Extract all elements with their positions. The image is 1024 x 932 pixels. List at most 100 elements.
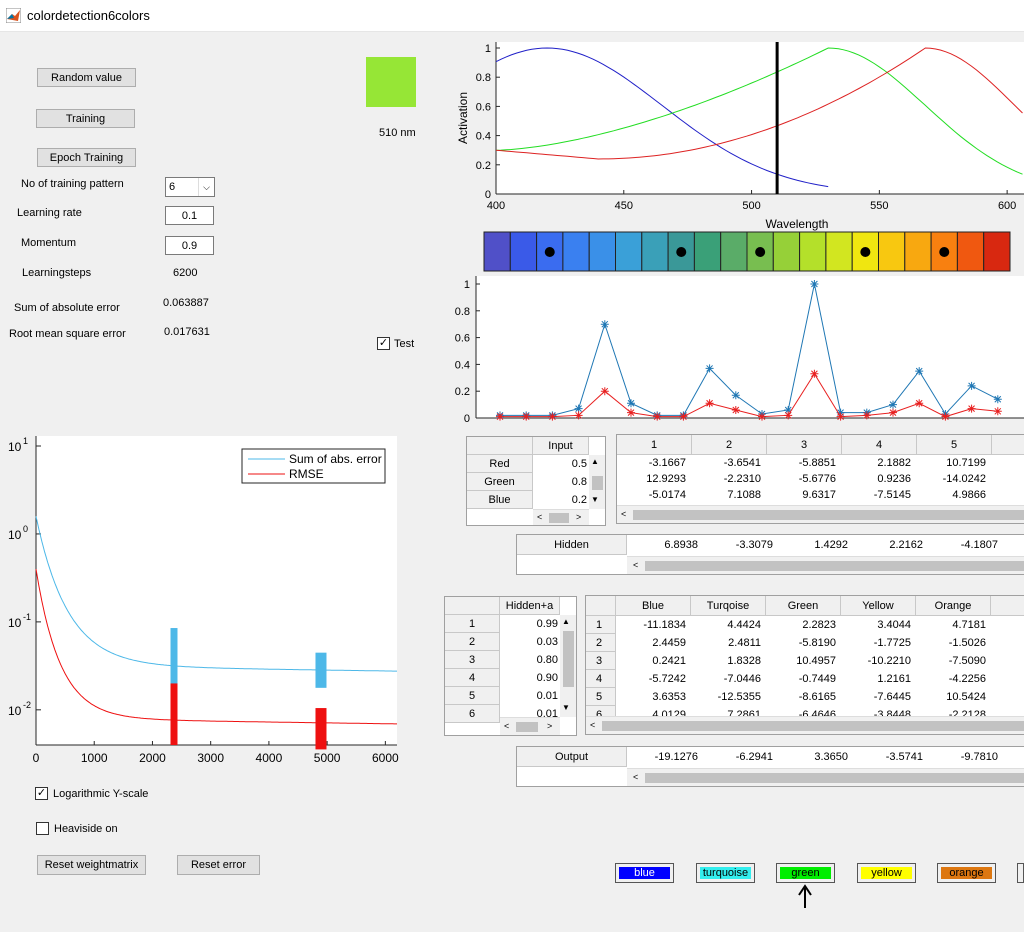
momentum-input[interactable]: 0.9 xyxy=(165,236,214,255)
scroll-thumb[interactable] xyxy=(516,722,538,732)
w2-cell[interactable]: -1.5026 xyxy=(916,637,986,649)
hidden-value[interactable]: 2.2162 xyxy=(852,539,923,551)
scroll-thumb[interactable] xyxy=(602,721,1024,731)
scroll-thumb[interactable] xyxy=(645,773,1024,783)
scroll-left-icon[interactable]: < xyxy=(633,772,638,782)
w1-cell[interactable]: -5.8851 xyxy=(767,457,836,469)
w2-cell[interactable]: -7.5090 xyxy=(916,655,986,667)
w2-cell[interactable]: 4.7181 xyxy=(916,619,986,631)
output-value[interactable]: -3.5741 xyxy=(852,751,923,763)
scroll-left-icon[interactable]: < xyxy=(537,512,542,522)
scroll-thumb[interactable] xyxy=(645,561,1024,571)
hidden-act-cell[interactable]: 0.01 xyxy=(502,690,558,702)
input-cell[interactable]: 0.2 xyxy=(535,494,587,506)
hidden-act-vscroll[interactable]: ▲ ▼ xyxy=(560,615,576,717)
w2-cell[interactable]: -5.8190 xyxy=(766,637,836,649)
w1-cell[interactable]: 9.6317 xyxy=(767,489,836,501)
hidden-act-cell[interactable]: 0.90 xyxy=(502,672,558,684)
color-button-blue[interactable]: blue xyxy=(615,863,674,883)
scroll-right-icon[interactable]: > xyxy=(576,512,581,522)
scroll-right-icon[interactable]: > xyxy=(547,721,552,731)
scroll-down-icon[interactable]: ▼ xyxy=(591,495,599,504)
scroll-left-icon[interactable]: < xyxy=(621,509,626,519)
input-hscroll[interactable]: < > xyxy=(533,509,589,525)
w1-cell[interactable]: -2.2310 xyxy=(692,473,761,485)
heaviside-checkbox[interactable] xyxy=(36,822,49,835)
w2-cell[interactable]: -7.0446 xyxy=(691,673,761,685)
w2-cell[interactable]: 10.5424 xyxy=(916,691,986,703)
w2-cell[interactable]: -12.5355 xyxy=(691,691,761,703)
w2-cell[interactable]: 2.2823 xyxy=(766,619,836,631)
w2-cell[interactable]: -4.2256 xyxy=(916,673,986,685)
output-value[interactable]: -9.7810 xyxy=(927,751,998,763)
w2-cell[interactable]: 4.4424 xyxy=(691,619,761,631)
hidden-value[interactable]: 1.4292 xyxy=(777,539,848,551)
scroll-thumb[interactable] xyxy=(563,631,574,687)
hidden-act-hscroll[interactable]: < > xyxy=(500,717,560,735)
hidden-hscroll[interactable]: < xyxy=(627,556,1024,574)
w1-cell[interactable]: 10.7199 xyxy=(917,457,986,469)
log-yscale-checkbox[interactable]: ✓ xyxy=(35,787,48,800)
scroll-down-icon[interactable]: ▼ xyxy=(562,703,570,712)
hidden-value[interactable]: -3.3079 xyxy=(702,539,773,551)
w2-cell[interactable]: 1.2161 xyxy=(841,673,911,685)
training-button[interactable]: Training xyxy=(36,109,135,128)
input-table[interactable]: Input Red 0.5 Green 0.8 Blue 0.2 ▲ ▼ < > xyxy=(466,436,606,526)
hidden-value[interactable]: -4.1807 xyxy=(927,539,998,551)
w1-cell[interactable]: -14.0242 xyxy=(917,473,986,485)
w1-cell[interactable]: 2.1882 xyxy=(842,457,911,469)
output-value[interactable]: 3.3650 xyxy=(777,751,848,763)
training-pattern-dropdown[interactable]: 6 ⌵ xyxy=(165,177,215,197)
output-hscroll[interactable]: < xyxy=(627,768,1024,786)
w1-cell[interactable]: -5.6776 xyxy=(767,473,836,485)
w1-hscroll[interactable]: < xyxy=(617,505,1024,523)
scroll-left-icon[interactable]: < xyxy=(504,721,509,731)
input-cell[interactable]: 0.8 xyxy=(535,476,587,488)
w2-cell[interactable]: -10.2210 xyxy=(841,655,911,667)
scroll-thumb[interactable] xyxy=(592,476,603,490)
scroll-thumb[interactable] xyxy=(633,510,1024,520)
scroll-left-icon[interactable]: < xyxy=(633,560,638,570)
input-cell[interactable]: 0.5 xyxy=(535,458,587,470)
input-vscroll[interactable]: ▲ ▼ xyxy=(589,455,605,509)
random-value-button[interactable]: Random value xyxy=(37,68,136,87)
learning-rate-input[interactable]: 0.1 xyxy=(165,206,214,225)
w2-cell[interactable]: 1.8328 xyxy=(691,655,761,667)
w1-cell[interactable]: -7.5145 xyxy=(842,489,911,501)
epoch-training-button[interactable]: Epoch Training xyxy=(37,148,136,167)
weights-input-hidden-table[interactable]: 12345 -3.1667 -3.6541 -5.8851 2.1882 10.7199… xyxy=(616,434,1024,524)
w1-cell[interactable]: 7.1088 xyxy=(692,489,761,501)
w2-hscroll[interactable]: < xyxy=(586,716,1024,734)
color-button-orange[interactable]: orange xyxy=(937,863,996,883)
w2-cell[interactable]: 2.4459 xyxy=(616,637,686,649)
w1-cell[interactable]: 4.9866 xyxy=(917,489,986,501)
w2-cell[interactable]: 10.4957 xyxy=(766,655,836,667)
output-row-table[interactable]: Output -19.1276 -6.2941 3.3650 -3.5741 -9.78… xyxy=(516,746,1024,787)
w1-cell[interactable]: 0.9236 xyxy=(842,473,911,485)
scroll-up-icon[interactable]: ▲ xyxy=(562,617,570,626)
w2-cell[interactable]: 2.4811 xyxy=(691,637,761,649)
scroll-left-icon[interactable]: < xyxy=(590,720,595,730)
color-button-red[interactable] xyxy=(1017,863,1024,883)
w1-cell[interactable]: 12.9293 xyxy=(617,473,686,485)
w2-cell[interactable]: 3.4044 xyxy=(841,619,911,631)
color-button-yellow[interactable]: yellow xyxy=(857,863,916,883)
hidden-act-cell[interactable]: 0.03 xyxy=(502,636,558,648)
color-button-green[interactable]: green xyxy=(776,863,835,883)
w2-cell[interactable]: 0.2421 xyxy=(616,655,686,667)
reset-weightmatrix-button[interactable]: Reset weightmatrix xyxy=(37,855,146,875)
hidden-act-cell[interactable]: 0.99 xyxy=(502,618,558,630)
w2-cell[interactable]: -0.7449 xyxy=(766,673,836,685)
scroll-thumb[interactable] xyxy=(549,513,569,523)
hidden-value[interactable]: 6.8938 xyxy=(627,539,698,551)
hidden-activation-table[interactable]: Hidden+a 1 0.99 2 0.03 3 0.80 4 0.90 5 0.01 6 0.01 … xyxy=(444,596,577,736)
test-checkbox[interactable]: ✓ xyxy=(377,337,390,350)
w1-cell[interactable]: -3.6541 xyxy=(692,457,761,469)
weights-hidden-output-table[interactable]: BlueTurqoiseGreenYellowOrangeR 1-11.1834… xyxy=(585,595,1024,735)
output-value[interactable]: -6.2941 xyxy=(702,751,773,763)
color-button-turquoise[interactable]: turquoise xyxy=(696,863,755,883)
w2-cell[interactable]: -1.7725 xyxy=(841,637,911,649)
w2-cell[interactable]: -5.7242 xyxy=(616,673,686,685)
hidden-row-table[interactable]: Hidden 6.8938 -3.3079 1.4292 2.2162 -4.1807 … xyxy=(516,534,1024,575)
hidden-act-cell[interactable]: 0.80 xyxy=(502,654,558,666)
